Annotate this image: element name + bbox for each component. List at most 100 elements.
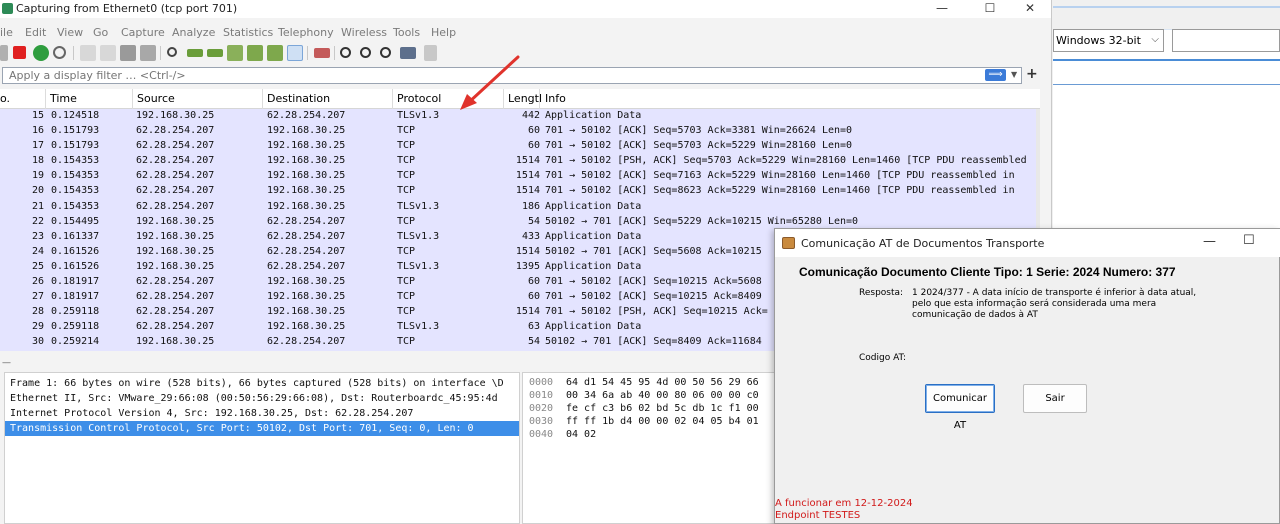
packet-cell-no: 24	[31, 245, 44, 257]
detail-ethernet[interactable]: Ethernet II, Src: VMware_29:66:08 (00:50…	[5, 391, 519, 406]
sair-button[interactable]: Sair	[1023, 384, 1087, 413]
col-protocol[interactable]: Protocol	[397, 92, 441, 105]
packet-row[interactable]: 19 0.154353 62.28.254.207 192.168.30.25 TCP 1…	[0, 169, 1040, 185]
packet-cell-src: 192.168.30.25	[136, 245, 215, 257]
packet-cell-dst: 192.168.30.25	[267, 185, 346, 197]
packet-cell-dst: 192.168.30.25	[267, 276, 346, 288]
save-file-icon[interactable]	[100, 45, 116, 61]
find-packet-icon[interactable]	[167, 47, 177, 57]
filter-history-chevron-icon[interactable]: ▼	[1011, 69, 1020, 81]
col-no[interactable]: o.	[0, 92, 10, 105]
packet-cell-dst: 192.168.30.25	[267, 321, 346, 333]
packet-cell-time: 0.259118	[51, 306, 100, 318]
packet-row[interactable]: 16 0.151793 62.28.254.207 192.168.30.25 TCP 6…	[0, 124, 1040, 140]
packet-cell-src: 62.28.254.207	[136, 185, 215, 197]
minimize-icon[interactable]: —	[1203, 234, 1216, 249]
packet-row[interactable]: 18 0.154353 62.28.254.207 192.168.30.25 TCP 1…	[0, 154, 1040, 170]
detail-ipv4[interactable]: Internet Protocol Version 4, Src: 192.16…	[5, 406, 519, 421]
start-capture-icon[interactable]	[0, 45, 8, 61]
menu-capture[interactable]: Capture	[121, 26, 165, 39]
add-filter-button[interactable]: +	[1026, 66, 1038, 82]
apply-filter-arrow-icon[interactable]: ⟹	[985, 69, 1006, 81]
packet-row[interactable]: 17 0.151793 62.28.254.207 192.168.30.25 TCP 6…	[0, 139, 1040, 155]
zoom-out-icon[interactable]	[360, 47, 371, 58]
packet-cell-dst: 192.168.30.25	[267, 291, 346, 303]
background-text-input[interactable]	[1172, 29, 1280, 52]
packet-cell-len: 1514	[515, 185, 540, 197]
document-heading: Comunicação Documento Cliente Tipo: 1 Se…	[799, 265, 1176, 279]
menu-help[interactable]: Help	[431, 26, 456, 39]
comunicar-at-button[interactable]: Comunicar AT	[925, 384, 995, 431]
packet-cell-src: 62.28.254.207	[136, 155, 215, 167]
col-time[interactable]: Time	[50, 92, 77, 105]
packet-cell-no: 26	[31, 276, 44, 288]
restart-capture-icon[interactable]	[33, 45, 49, 61]
menu-go[interactable]: Go	[93, 26, 108, 39]
packet-cell-no: 25	[31, 260, 44, 272]
zoom-normal-icon[interactable]	[380, 47, 391, 58]
go-back-icon[interactable]	[187, 49, 203, 57]
os-select-value: Windows 32-bit	[1056, 34, 1141, 47]
close-file-icon[interactable]	[120, 45, 136, 61]
packet-cell-time: 0.259214	[51, 336, 100, 348]
packet-cell-len: 60	[527, 125, 540, 137]
packet-cell-src: 62.28.254.207	[136, 125, 215, 137]
menu-statistics[interactable]: Statistics	[223, 26, 273, 39]
packet-cell-src: 192.168.30.25	[136, 260, 215, 272]
packet-cell-len: 433	[521, 230, 540, 242]
maximize-icon[interactable]: ☐	[1243, 233, 1255, 248]
packet-cell-time: 0.181917	[51, 276, 100, 288]
resize-columns-icon[interactable]	[400, 47, 416, 59]
packet-cell-info: 701 → 50102 [PSH, ACK] Seq=5703 Ack=5229…	[545, 155, 1027, 167]
packet-cell-proto: TLSv1.3	[397, 260, 440, 272]
packet-cell-src: 192.168.30.25	[136, 336, 215, 348]
detail-tcp[interactable]: Transmission Control Protocol, Src Port:…	[5, 421, 519, 436]
go-first-icon[interactable]	[247, 45, 263, 61]
menu-tools[interactable]: Tools	[393, 26, 420, 39]
packet-row[interactable]: 20 0.154353 62.28.254.207 192.168.30.25 TCP 1…	[0, 184, 1040, 200]
packet-cell-time: 0.161337	[51, 230, 100, 242]
packet-cell-no: 20	[31, 185, 44, 197]
capture-options-icon[interactable]	[53, 46, 66, 59]
packet-cell-len: 54	[527, 215, 540, 227]
minimize-icon[interactable]: —	[920, 0, 964, 18]
menu-wireless[interactable]: Wireless	[341, 26, 387, 39]
packet-cell-info: 701 → 50102 [ACK] Seq=10215 Ack=5608	[545, 276, 762, 288]
zoom-in-icon[interactable]	[340, 47, 351, 58]
packet-cell-info: 50102 → 701 [ACK] Seq=5229 Ack=10215 Win…	[545, 215, 859, 227]
autoscroll-icon[interactable]	[287, 45, 303, 61]
colorize-icon[interactable]	[314, 48, 330, 58]
col-info[interactable]: Info	[545, 92, 566, 105]
maximize-icon[interactable]: ☐	[968, 0, 1012, 18]
go-forward-icon[interactable]	[207, 49, 223, 57]
close-icon[interactable]: ✕	[1008, 0, 1051, 18]
os-select[interactable]: Windows 32-bit ⌵	[1053, 29, 1164, 52]
packet-cell-time: 0.154353	[51, 155, 100, 167]
go-last-icon[interactable]	[267, 45, 283, 61]
col-destination[interactable]: Destination	[267, 92, 330, 105]
go-to-packet-icon[interactable]	[227, 45, 243, 61]
packet-cell-info: 50102 → 701 [ACK] Seq=5608 Ack=10215	[545, 245, 762, 257]
packet-cell-info: Application Data	[545, 260, 642, 272]
menu-view[interactable]: View	[57, 26, 83, 39]
packet-cell-proto: TCP	[397, 185, 416, 197]
status-endpoint: Endpoint TESTES	[775, 510, 861, 521]
packet-cell-dst: 192.168.30.25	[267, 200, 346, 212]
menu-edit[interactable]: Edit	[25, 26, 46, 39]
open-file-icon[interactable]	[80, 45, 96, 61]
detail-frame[interactable]: Frame 1: 66 bytes on wire (528 bits), 66…	[5, 376, 519, 391]
col-source[interactable]: Source	[137, 92, 175, 105]
packet-cell-dst: 62.28.254.207	[267, 336, 346, 348]
packet-cell-len: 60	[527, 276, 540, 288]
menu-analyze[interactable]: Analyze	[172, 26, 215, 39]
menu-telephony[interactable]: Telephony	[278, 26, 334, 39]
packet-cell-no: 22	[31, 215, 44, 227]
packet-row[interactable]: 21 0.154353 62.28.254.207 192.168.30.25 TLSv…	[0, 199, 1040, 215]
column-prefs-icon[interactable]	[424, 45, 437, 61]
codigo-at-label: Codigo AT:	[859, 353, 907, 363]
resposta-text: 1 2024/377 - A data início de transporte…	[912, 288, 1197, 320]
packet-cell-no: 27	[31, 291, 44, 303]
reload-file-icon[interactable]	[140, 45, 156, 61]
stop-capture-icon[interactable]	[13, 46, 26, 59]
menu-file[interactable]: ile	[0, 26, 13, 39]
